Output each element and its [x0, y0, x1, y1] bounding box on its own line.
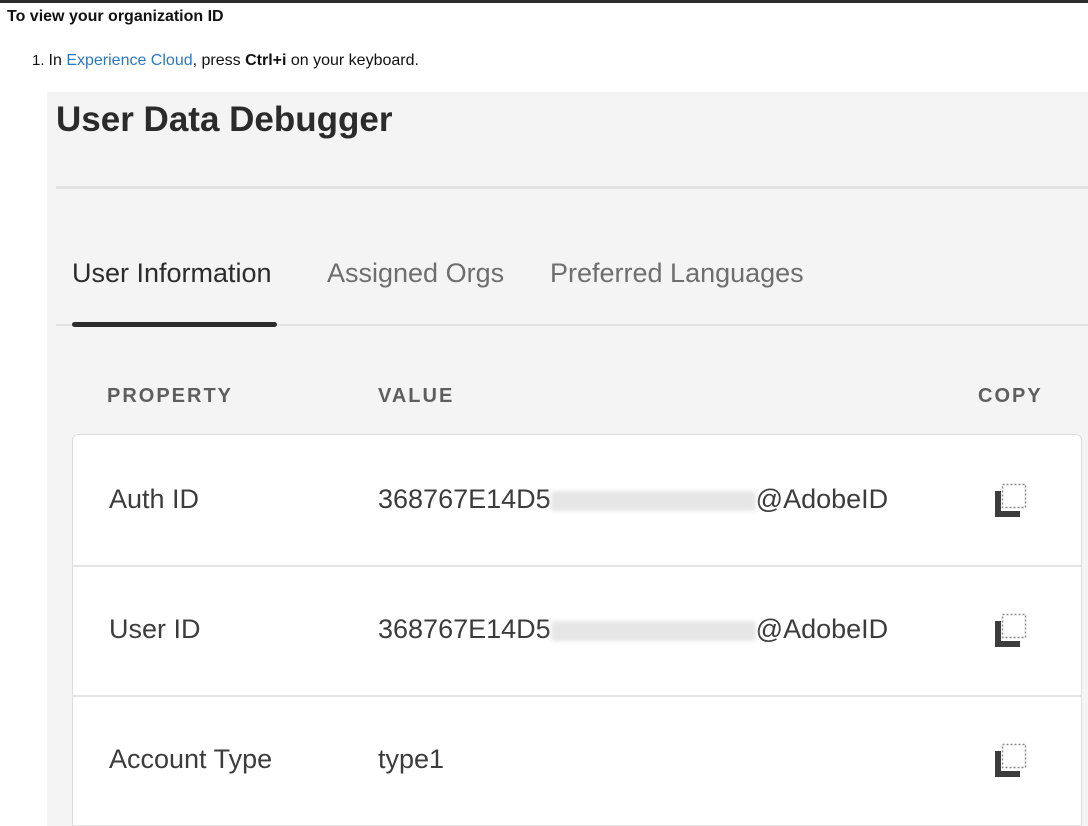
step-text-suffix: on your keyboard. — [286, 52, 419, 69]
top-rule — [0, 0, 1088, 3]
property-user-id: User ID — [109, 614, 201, 644]
user-data-debugger-screenshot: User Data Debugger User Information Assi… — [47, 92, 1088, 826]
table-row: Auth ID 368767E14D5 @AdobeID — [73, 435, 1081, 567]
column-header-property: PROPERTY — [107, 385, 234, 407]
value-suffix: @AdobeID — [755, 484, 889, 514]
copy-icon — [995, 613, 1027, 647]
value-prefix: type1 — [378, 744, 445, 774]
copy-icon — [995, 743, 1027, 777]
title-divider — [56, 186, 1088, 189]
dialog-title: User Data Debugger — [56, 100, 393, 139]
section-heading: To view your organization ID — [7, 8, 224, 25]
property-account-type: Account Type — [109, 744, 273, 774]
table-row: User ID 368767E14D5 @AdobeID — [73, 565, 1081, 697]
step-text-middle: , press — [192, 52, 246, 69]
value-account-type: type1 — [378, 744, 444, 775]
keyboard-shortcut: Ctrl+i — [245, 52, 287, 69]
value-auth-id: 368767E14D5 @AdobeID — [378, 484, 888, 515]
experience-cloud-link[interactable]: Experience Cloud — [66, 52, 192, 69]
value-prefix: 368767E14D5 — [378, 614, 551, 644]
redacted-value — [550, 620, 756, 641]
value-suffix: @AdobeID — [755, 614, 889, 644]
column-header-value: VALUE — [378, 385, 455, 407]
user-info-table: Auth ID 368767E14D5 @AdobeID User ID 3687… — [72, 434, 1082, 826]
redacted-value — [550, 490, 756, 511]
copy-button[interactable] — [993, 613, 1029, 649]
step-number: 1. — [32, 52, 45, 69]
table-row: Account Type type1 — [73, 695, 1081, 826]
column-header-copy: COPY — [978, 385, 1043, 407]
step-1: 1. In Experience Cloud, press Ctrl+i on y… — [32, 52, 419, 70]
tab-preferred-languages[interactable]: Preferred Languages — [550, 258, 804, 289]
step-text-prefix: In — [48, 52, 67, 69]
value-user-id: 368767E14D5 @AdobeID — [378, 614, 888, 645]
copy-button[interactable] — [993, 483, 1029, 519]
copy-button[interactable] — [993, 743, 1029, 779]
property-auth-id: Auth ID — [109, 484, 200, 514]
copy-icon — [995, 483, 1027, 517]
tab-user-information[interactable]: User Information — [72, 258, 272, 289]
tab-assigned-orgs[interactable]: Assigned Orgs — [327, 258, 504, 289]
active-tab-indicator — [72, 322, 277, 327]
value-prefix: 368767E14D5 — [378, 484, 551, 514]
